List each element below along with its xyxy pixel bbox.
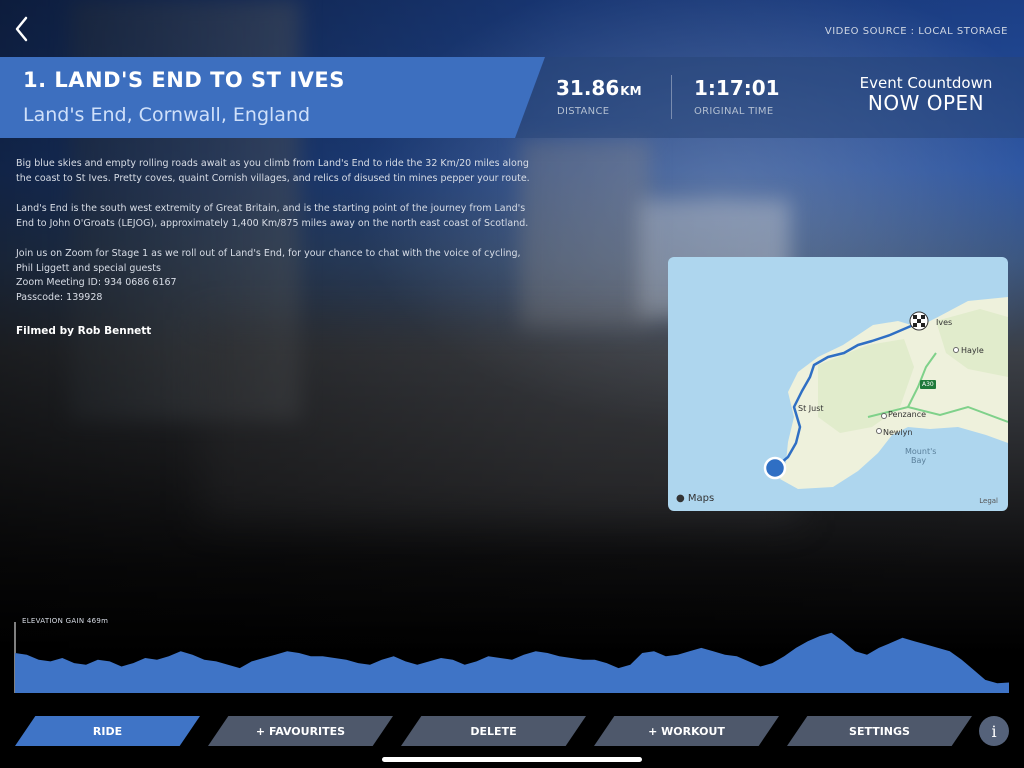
map-label-newlyn: Newlyn [883,428,913,437]
original-time-label: ORIGINAL TIME [694,106,774,117]
ride-button[interactable]: RIDE [15,716,200,746]
settings-button[interactable]: SETTINGS [787,716,972,746]
home-indicator[interactable] [382,757,642,762]
info-button[interactable]: i [979,716,1009,746]
ride-button-label: RIDE [92,724,123,738]
description-paragraph: Big blue skies and empty rolling roads a… [16,158,530,184]
delete-button-label: DELETE [470,724,517,738]
workout-button-label: + WORKOUT [648,724,725,738]
favourites-button-label: + FAVOURITES [255,724,346,738]
elevation-profile-area [15,632,1009,693]
filmed-by-credit: Filmed by Rob Bennett [16,325,152,337]
map-label-mounts-bay: Mount's [905,447,937,456]
map-label-bay: Bay [911,456,927,465]
finish-flag-icon [909,311,929,331]
distance-number: 31.86 [556,76,620,100]
map-canvas [763,297,1008,489]
maps-attribution-text: Maps [687,493,715,504]
road-badge-a30: A30 [920,380,936,389]
description-paragraph: Land's End is the south west extremity o… [16,203,529,229]
map-label-hayle: Hayle [961,346,984,355]
delete-button[interactable]: DELETE [401,716,586,746]
map-label-st-just: St Just [798,404,824,413]
add-workout-button[interactable]: + WORKOUT [594,716,779,746]
back-chevron-icon[interactable] [10,14,34,44]
distance-value: 31.86KM [556,76,642,100]
event-countdown-status: NOW OPEN [867,91,985,115]
apple-logo-icon: ● [676,493,685,504]
route-description: Big blue skies and empty rolling roads a… [16,157,534,305]
route-map[interactable]: Ives Hayle St Just Penzance Newlyn Mount… [668,257,1008,511]
zoom-meeting-id: Zoom Meeting ID: 934 0686 6167 [16,277,177,288]
zoom-invite-text: Join us on Zoom for Stage 1 as we roll o… [16,248,521,274]
distance-label: DISTANCE [557,106,610,117]
stats-divider [671,75,672,119]
start-marker [763,456,787,480]
distance-unit: KM [620,84,642,98]
video-source-label: VIDEO SOURCE : LOCAL STORAGE [824,26,1008,37]
original-time-value: 1:17:01 [694,76,780,100]
apple-maps-attribution: ● Maps [676,493,714,504]
route-location: Land's End, Cornwall, England [23,104,311,126]
info-icon: i [991,721,997,741]
zoom-passcode: Passcode: 139928 [16,291,103,303]
event-countdown-label: Event Countdown [859,74,993,92]
map-legal-link[interactable]: Legal [979,497,998,505]
add-favourites-button[interactable]: + FAVOURITES [208,716,393,746]
settings-button-label: SETTINGS [849,724,910,738]
elevation-profile-chart [14,622,1009,693]
map-label-penzance: Penzance [888,410,927,419]
route-title: 1. LAND'S END TO ST IVES [23,68,345,92]
map-label-st-ives: Ives [936,318,953,327]
